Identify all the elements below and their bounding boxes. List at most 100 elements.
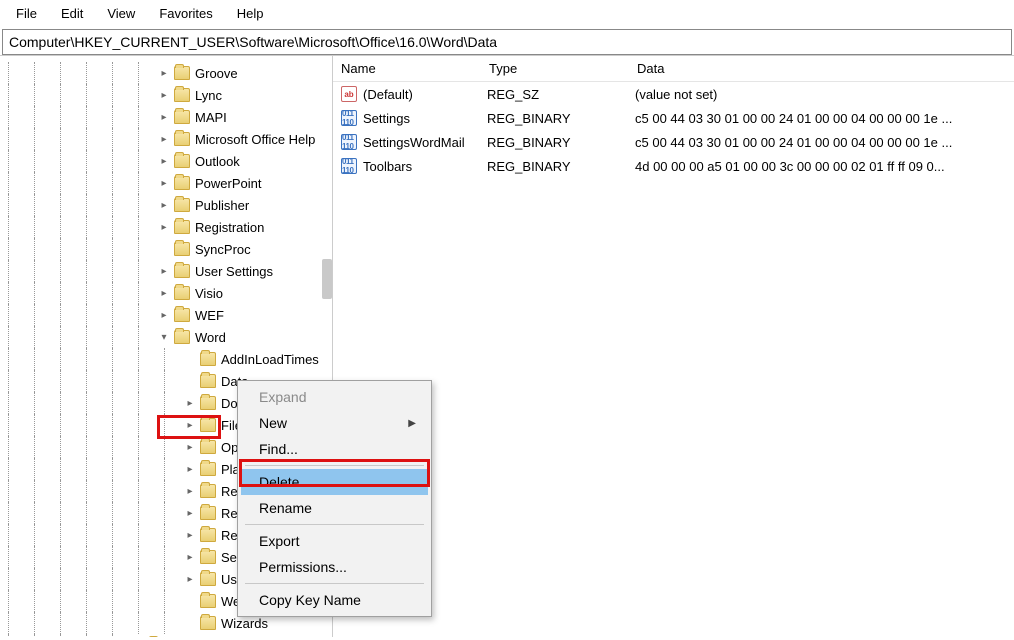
context-menu-item-label: Permissions... <box>259 559 347 575</box>
tree-item[interactable]: ▸ PowerPoint <box>0 172 332 194</box>
highlight-data-node <box>157 415 221 439</box>
value-type: REG_BINARY <box>487 135 635 150</box>
chevron-right-icon[interactable]: ▸ <box>182 442 198 453</box>
list-row[interactable]: 011 110 ToolbarsREG_BINARY4d 00 00 00 a5 … <box>333 154 1014 178</box>
value-name: SettingsWordMail <box>363 135 487 150</box>
folder-icon <box>200 352 216 366</box>
chevron-right-icon[interactable]: ▸ <box>156 288 172 299</box>
tree-item-label: Lync <box>195 88 222 103</box>
value-data: 4d 00 00 00 a5 01 00 00 3c 00 00 00 02 0… <box>635 159 1014 174</box>
value-type: REG_BINARY <box>487 159 635 174</box>
binary-value-icon: 011 110 <box>341 110 357 126</box>
address-bar[interactable]: Computer\HKEY_CURRENT_USER\Software\Micr… <box>2 29 1012 55</box>
context-menu-item-label: Expand <box>259 389 306 405</box>
context-menu-item[interactable]: Rename <box>241 495 428 521</box>
context-menu-item-label: Export <box>259 533 299 549</box>
menu-edit[interactable]: Edit <box>51 4 93 23</box>
chevron-right-icon[interactable]: ▸ <box>156 178 172 189</box>
chevron-right-icon[interactable]: ▸ <box>156 68 172 79</box>
value-name: (Default) <box>363 87 487 102</box>
folder-icon <box>174 264 190 278</box>
folder-icon <box>200 594 216 608</box>
col-header-name[interactable]: Name <box>333 57 481 80</box>
col-header-data[interactable]: Data <box>629 57 1014 80</box>
context-menu-item-label: New <box>259 415 287 431</box>
context-menu-item[interactable]: New▶ <box>241 410 428 436</box>
value-name: Toolbars <box>363 159 487 174</box>
tree-item[interactable]: ▸ User Settings <box>0 260 332 282</box>
menu-file[interactable]: File <box>6 4 47 23</box>
chevron-right-icon[interactable]: ▸ <box>156 222 172 233</box>
chevron-right-icon[interactable]: ▸ <box>182 486 198 497</box>
folder-icon <box>174 220 190 234</box>
value-type: REG_SZ <box>487 87 635 102</box>
col-header-type[interactable]: Type <box>481 57 629 80</box>
folder-icon <box>200 462 216 476</box>
tree-item[interactable]: ▸ MAPI <box>0 106 332 128</box>
list-row[interactable]: ab(Default)REG_SZ(value not set) <box>333 82 1014 106</box>
tree-item-label: Outlook <box>195 154 240 169</box>
tree-item[interactable]: ▸8.0 <box>0 634 332 637</box>
chevron-right-icon[interactable]: ▸ <box>156 156 172 167</box>
chevron-right-icon[interactable]: ▸ <box>182 398 198 409</box>
chevron-right-icon[interactable]: ▸ <box>182 530 198 541</box>
folder-icon <box>174 66 190 80</box>
binary-value-icon: 011 110 <box>341 134 357 150</box>
value-type: REG_BINARY <box>487 111 635 126</box>
tree-item[interactable]: ▸Visio <box>0 282 332 304</box>
chevron-down-icon[interactable]: ▾ <box>156 332 172 343</box>
folder-icon <box>174 88 190 102</box>
context-menu-item-label: Copy Key Name <box>259 592 361 608</box>
value-data: (value not set) <box>635 87 1014 102</box>
highlight-delete-item <box>239 459 430 487</box>
tree-item-label: Publisher <box>195 198 249 213</box>
list-row[interactable]: 011 110SettingsWordMailREG_BINARYc5 00 4… <box>333 130 1014 154</box>
folder-icon <box>174 154 190 168</box>
tree-item[interactable]: ▸ Outlook <box>0 150 332 172</box>
scrollbar-thumb[interactable] <box>322 259 332 299</box>
tree-item[interactable]: ▸Groove <box>0 62 332 84</box>
tree-item[interactable]: AddInLoadTimes <box>0 348 332 370</box>
menu-view[interactable]: View <box>97 4 145 23</box>
tree-item-label: User Settings <box>195 264 273 279</box>
context-menu-item[interactable]: Permissions... <box>241 554 428 580</box>
chevron-right-icon[interactable]: ▸ <box>156 134 172 145</box>
chevron-right-icon[interactable]: ▸ <box>182 574 198 585</box>
menu-separator <box>245 583 424 584</box>
list-row[interactable]: 011 110SettingsREG_BINARYc5 00 44 03 30 … <box>333 106 1014 130</box>
tree-item-label: MAPI <box>195 110 227 125</box>
chevron-right-icon[interactable]: ▸ <box>156 266 172 277</box>
chevron-right-icon[interactable]: ▸ <box>182 508 198 519</box>
folder-icon <box>200 484 216 498</box>
chevron-right-icon[interactable]: ▸ <box>156 112 172 123</box>
folder-icon <box>200 616 216 630</box>
tree-item[interactable]: ▸ WEF <box>0 304 332 326</box>
tree-item-label: PowerPoint <box>195 176 261 191</box>
folder-icon <box>174 176 190 190</box>
list-header: Name Type Data <box>333 56 1014 82</box>
tree-item[interactable]: ▸ Microsoft Office Help <box>0 128 332 150</box>
tree-item[interactable]: ▸ Lync <box>0 84 332 106</box>
folder-icon <box>200 396 216 410</box>
tree-item[interactable]: ▾Word <box>0 326 332 348</box>
context-menu-item[interactable]: Copy Key Name <box>241 587 428 613</box>
values-pane: Name Type Data ab(Default)REG_SZ(value n… <box>333 56 1014 637</box>
tree-item[interactable]: SyncProc <box>0 238 332 260</box>
chevron-right-icon[interactable]: ▸ <box>182 464 198 475</box>
chevron-right-icon[interactable]: ▸ <box>156 200 172 211</box>
binary-value-icon: 011 110 <box>341 158 357 174</box>
tree-item[interactable]: ▸Registration <box>0 216 332 238</box>
chevron-right-icon[interactable]: ▸ <box>156 90 172 101</box>
folder-icon <box>200 440 216 454</box>
menu-favorites[interactable]: Favorites <box>149 4 222 23</box>
menu-help[interactable]: Help <box>227 4 274 23</box>
tree-item-label: Microsoft Office Help <box>195 132 315 147</box>
folder-icon <box>174 198 190 212</box>
context-menu-item[interactable]: Export <box>241 528 428 554</box>
chevron-right-icon[interactable]: ▸ <box>182 552 198 563</box>
value-data: c5 00 44 03 30 01 00 00 24 01 00 00 04 0… <box>635 111 1014 126</box>
chevron-right-icon[interactable]: ▸ <box>156 310 172 321</box>
tree-item-label: WEF <box>195 308 224 323</box>
tree-item[interactable]: ▸ Publisher <box>0 194 332 216</box>
context-menu-item: Expand <box>241 384 428 410</box>
